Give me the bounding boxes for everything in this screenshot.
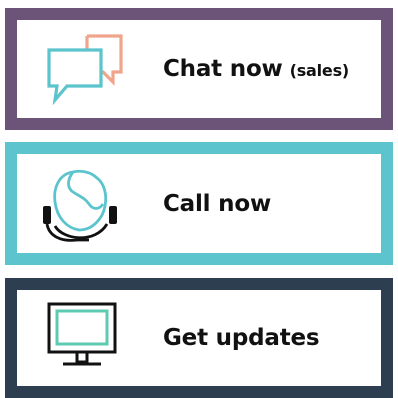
headset-agent-icon xyxy=(33,166,125,242)
chat-now-text: Chat now xyxy=(163,56,283,82)
chat-bubbles-icon xyxy=(33,32,125,108)
get-updates-button[interactable]: Get updates xyxy=(5,278,393,398)
monitor-icon xyxy=(33,298,125,374)
chat-now-label: Chat now (sales) xyxy=(163,20,349,118)
call-now-button[interactable]: Call now xyxy=(5,142,393,265)
chat-now-button[interactable]: Chat now (sales) xyxy=(5,8,393,130)
call-now-label: Call now xyxy=(163,190,271,217)
chat-sales-sublabel: (sales) xyxy=(289,60,350,80)
get-updates-label: Get updates xyxy=(163,325,320,351)
